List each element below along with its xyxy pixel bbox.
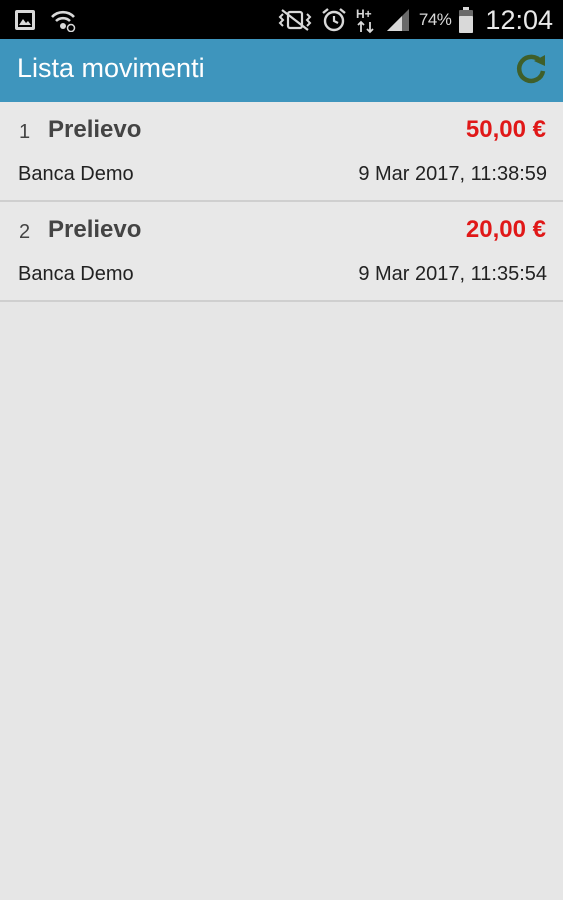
refresh-icon — [514, 52, 548, 91]
app-bar: Lista movimenti — [0, 39, 563, 102]
transaction-date: 9 Mar 2017, 11:35:54 — [358, 263, 547, 285]
list-item[interactable]: 2 Prelievo 20,00 € Banca Demo 9 Mar 2017… — [0, 202, 563, 302]
bank-name: Banca Demo — [18, 263, 134, 285]
item-index: 2 — [19, 221, 31, 243]
list-item[interactable]: 1 Prelievo 50,00 € Banca Demo 9 Mar 2017… — [0, 102, 563, 202]
transaction-type: Prelievo — [48, 116, 142, 143]
bank-name: Banca Demo — [18, 163, 134, 185]
item-index: 1 — [19, 121, 31, 143]
battery-percent: 74% — [418, 10, 452, 29]
transaction-amount: 20,00 € — [465, 216, 546, 243]
transaction-date: 9 Mar 2017, 11:38:59 — [358, 163, 547, 185]
transaction-amount: 50,00 € — [465, 116, 546, 143]
clock: 12:04 — [485, 4, 553, 35]
status-bar: H+ 74% 12:04 — [0, 0, 563, 39]
svg-text:H+: H+ — [356, 7, 372, 21]
hplus-data-icon: H+ — [355, 6, 377, 34]
alarm-icon — [321, 7, 347, 33]
refresh-button[interactable] — [513, 53, 549, 89]
gallery-icon — [14, 9, 36, 31]
transaction-type: Prelievo — [48, 216, 142, 243]
wifi-icon — [50, 8, 76, 32]
page-title: Lista movimenti — [17, 53, 205, 83]
vibrate-icon — [277, 8, 313, 32]
status-bar-left — [14, 7, 76, 33]
transaction-list: 1 Prelievo 50,00 € Banca Demo 9 Mar 2017… — [0, 102, 563, 302]
status-bar-right: H+ 74% 12:04 — [277, 5, 553, 35]
signal-icon — [385, 7, 411, 33]
battery-icon — [459, 7, 474, 33]
